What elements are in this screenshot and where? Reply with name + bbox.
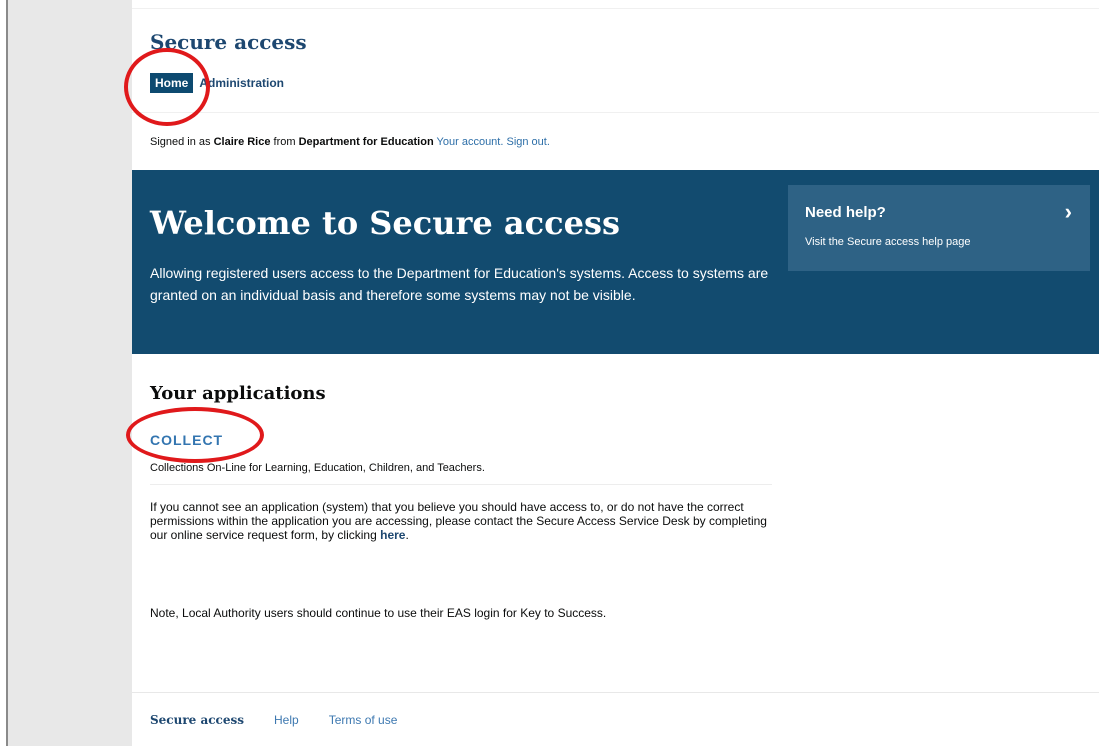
footer-divider: [132, 692, 1099, 693]
application-link-collect[interactable]: COLLECT: [150, 432, 223, 448]
service-request-link[interactable]: here: [380, 528, 405, 542]
service-title[interactable]: Secure access: [150, 30, 307, 54]
application-description: Collections On-Line for Learning, Educat…: [150, 462, 485, 474]
welcome-title: Welcome to Secure access: [150, 204, 620, 242]
need-help-title: Need help?: [805, 204, 886, 221]
from-label: from: [273, 136, 296, 148]
welcome-banner: Welcome to Secure access Allowing regist…: [132, 170, 1099, 354]
applications-heading: Your applications: [150, 383, 326, 404]
main-content: Secure access Home Administration Signed…: [132, 0, 1099, 746]
nav-administration[interactable]: Administration: [193, 73, 290, 93]
nav-home[interactable]: Home: [150, 73, 194, 93]
chevron-right-icon[interactable]: ›: [1065, 199, 1072, 225]
need-help-panel[interactable]: Need help? Visit the Secure access help …: [788, 185, 1090, 271]
signed-in-bar: Signed in as Claire Rice from Department…: [150, 136, 550, 148]
top-divider: [132, 8, 1099, 9]
window-left-edge: [0, 0, 8, 746]
your-account-link[interactable]: Your account.: [437, 136, 504, 148]
left-gutter: [8, 0, 132, 746]
access-help-note: If you cannot see an application (system…: [150, 500, 767, 542]
welcome-description: Allowing registered users access to the …: [150, 265, 769, 303]
primary-nav: Home Administration: [150, 72, 290, 94]
signed-in-prefix: Signed in as: [150, 136, 211, 148]
footer-terms-link[interactable]: Terms of use: [329, 713, 398, 727]
organisation-name: Department for Education: [298, 136, 434, 148]
need-help-link[interactable]: Visit the Secure access help page: [805, 236, 971, 248]
sign-out-link[interactable]: Sign out.: [506, 136, 549, 148]
applications-divider: [150, 484, 772, 485]
header-divider: [132, 112, 1099, 113]
local-authority-note: Note, Local Authority users should conti…: [150, 606, 607, 620]
footer-help-link[interactable]: Help: [274, 713, 299, 727]
footer: Secure access Help Terms of use: [150, 713, 427, 727]
footer-service-title[interactable]: Secure access: [150, 713, 244, 727]
user-name: Claire Rice: [213, 136, 271, 148]
access-help-text: If you cannot see an application (system…: [150, 500, 767, 542]
